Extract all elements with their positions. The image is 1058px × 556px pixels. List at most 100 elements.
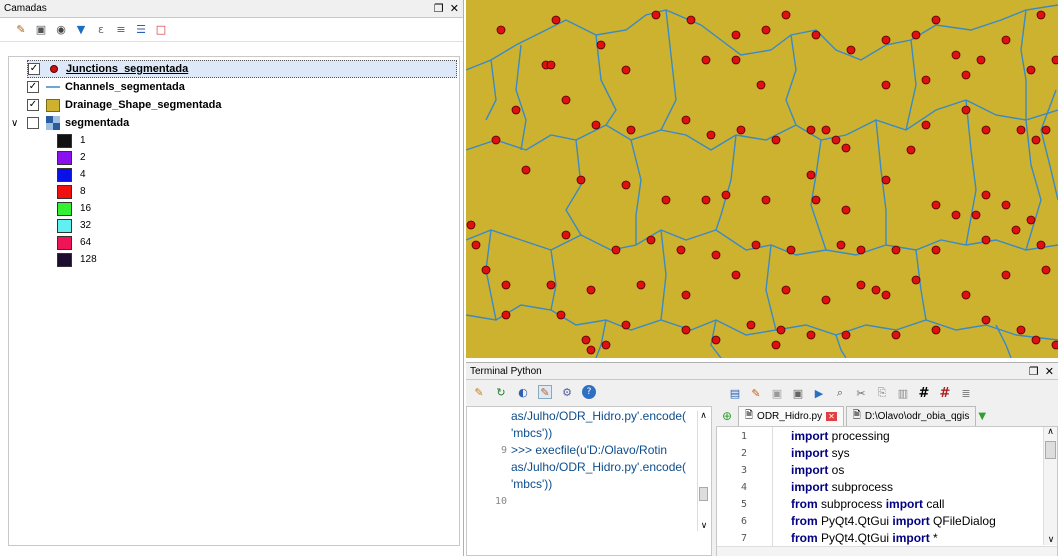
- code-line: import sys: [791, 446, 850, 460]
- junction-point: [561, 95, 571, 105]
- settings-icon[interactable]: ⚙: [560, 385, 574, 399]
- tab-label: D:\Olavo\odr_obia_qgis: [864, 411, 970, 422]
- junction-point: [1051, 55, 1058, 65]
- close-tab-icon[interactable]: ✕: [826, 412, 837, 421]
- junction-point: [981, 315, 991, 325]
- open-file-icon[interactable]: ▤: [728, 386, 742, 400]
- eye-icon[interactable]: ◉: [54, 23, 68, 37]
- layer-visibility-checkbox[interactable]: [27, 117, 39, 129]
- junction-point: [931, 200, 941, 210]
- open-external-icon[interactable]: ✎: [749, 386, 763, 400]
- junction-point: [681, 290, 691, 300]
- paste-icon[interactable]: ▥: [896, 386, 910, 400]
- console-scrollbar[interactable]: ∧ ∨: [697, 411, 709, 531]
- junction-point: [931, 15, 941, 25]
- junction-point: [961, 290, 971, 300]
- layer-visibility-checkbox[interactable]: ✓: [28, 63, 40, 75]
- save-icon[interactable]: ▣: [770, 386, 784, 400]
- run-script-icon[interactable]: ▶: [812, 386, 826, 400]
- console-output[interactable]: as/Julho/ODR_Hidro.py'.encode( 'mbcs')) …: [466, 406, 712, 556]
- layer-row-channels[interactable]: ✓ Channels_segmentada: [27, 78, 457, 96]
- run-command-icon[interactable]: ↻: [494, 385, 508, 399]
- find-icon[interactable]: ⌕: [833, 386, 847, 400]
- junction-point: [586, 285, 596, 295]
- map-canvas[interactable]: [466, 0, 1058, 358]
- junction-point: [881, 35, 891, 45]
- uncomment-icon[interactable]: #: [938, 386, 952, 401]
- style-brush-icon[interactable]: ✎: [14, 23, 28, 37]
- layer-tree: ✓ Junctions_segmentada ✓ Channels_segmen…: [8, 56, 460, 546]
- tab-odr-hidro[interactable]: 🗎 ODR_Hidro.py ✕: [738, 406, 844, 426]
- collapse-all-icon[interactable]: ☰: [134, 23, 148, 37]
- legend-swatch: [57, 133, 72, 148]
- legend-swatch: [57, 167, 72, 182]
- junction-point: [711, 250, 721, 260]
- comment-icon[interactable]: #: [917, 386, 931, 401]
- expand-all-icon[interactable]: ≡: [114, 23, 128, 37]
- tab-list-icon[interactable]: ▼: [978, 411, 986, 422]
- junction-point: [831, 135, 841, 145]
- junction-point: [706, 130, 716, 140]
- junction-points: [466, 10, 1058, 355]
- chevron-down-icon[interactable]: ∨: [11, 118, 25, 129]
- close-icon[interactable]: ✕: [1045, 365, 1054, 378]
- layer-visibility-checkbox[interactable]: ✓: [27, 99, 39, 111]
- save-as-icon[interactable]: ▣: [791, 386, 805, 400]
- tab-odr-obia[interactable]: 🗎 D:\Olavo\odr_obia_qgis: [845, 406, 977, 426]
- show-editor-icon[interactable]: ✎: [538, 385, 552, 399]
- legend-item: 8: [57, 183, 86, 200]
- junction-point: [651, 10, 661, 20]
- junction-point: [771, 340, 781, 350]
- junction-point: [1036, 240, 1046, 250]
- junction-point: [581, 335, 591, 345]
- junction-point: [591, 120, 601, 130]
- junction-point: [501, 310, 511, 320]
- editor-scrollbar[interactable]: ∧ ∨: [1043, 427, 1057, 545]
- junction-point: [626, 125, 636, 135]
- junction-point: [681, 115, 691, 125]
- drainage-map: [466, 4, 1058, 358]
- filter-icon[interactable]: ▼: [74, 23, 88, 37]
- filter-expression-icon[interactable]: ε: [94, 23, 108, 37]
- object-inspector-icon[interactable]: ≣: [959, 386, 973, 400]
- junction-point: [746, 320, 756, 330]
- junction-point: [841, 205, 851, 215]
- python-icon[interactable]: ◐: [516, 385, 530, 399]
- junction-point: [576, 175, 586, 185]
- copy-icon[interactable]: ⎘: [875, 386, 889, 400]
- console-line: >>> execfile(u'D:/Olavo/Rotin: [511, 443, 668, 457]
- python-console: ✎ ↻ ◐ ✎ ⚙ ? as/Julho/ODR_Hidro.py'.encod…: [466, 380, 714, 556]
- new-tab-icon[interactable]: ⊕: [716, 409, 738, 423]
- code-line-number: 3: [740, 465, 747, 476]
- cut-icon[interactable]: ✂: [854, 386, 868, 400]
- help-icon[interactable]: ?: [582, 385, 596, 399]
- editor-tabs: ⊕ 🗎 ODR_Hidro.py ✕ 🗎 D:\Olavo\odr_obia_q…: [716, 406, 1058, 426]
- code-editor[interactable]: ∧ ∨ 1 import processing 2 import sys 3 import…: [716, 426, 1058, 556]
- editor-hscrollbar[interactable]: [717, 546, 1057, 556]
- junction-point: [736, 125, 746, 135]
- float-icon[interactable]: ❐: [434, 2, 444, 15]
- clear-console-icon[interactable]: ✎: [472, 385, 486, 399]
- console-line: as/Julho/ODR_Hidro.py'.encode(: [511, 460, 687, 474]
- console-line-number: 9: [500, 445, 507, 456]
- legend-label: 8: [80, 186, 86, 197]
- layer-name: Channels_segmentada: [65, 81, 185, 93]
- layer-visibility-checkbox[interactable]: ✓: [27, 81, 39, 93]
- junction-point: [821, 295, 831, 305]
- remove-layer-icon[interactable]: □: [154, 23, 168, 37]
- float-icon[interactable]: ❐: [1029, 365, 1039, 378]
- terminal-titlebar: Terminal Python ❐ ✕: [466, 363, 1058, 380]
- junction-point: [501, 280, 511, 290]
- layer-row-junctions[interactable]: ✓ Junctions_segmentada: [27, 60, 457, 78]
- junction-point: [1026, 215, 1036, 225]
- layer-row-segmentada[interactable]: ∨ segmentada: [11, 114, 457, 132]
- junction-point: [1031, 335, 1041, 345]
- code-line-number: 2: [740, 448, 747, 459]
- junction-point: [636, 280, 646, 290]
- add-group-icon[interactable]: ▣: [34, 23, 48, 37]
- junction-point: [611, 245, 621, 255]
- channel-network: [466, 4, 1058, 358]
- layer-row-drainage[interactable]: ✓ Drainage_Shape_segmentada: [27, 96, 457, 114]
- close-icon[interactable]: ✕: [450, 2, 459, 15]
- junction-point: [846, 45, 856, 55]
